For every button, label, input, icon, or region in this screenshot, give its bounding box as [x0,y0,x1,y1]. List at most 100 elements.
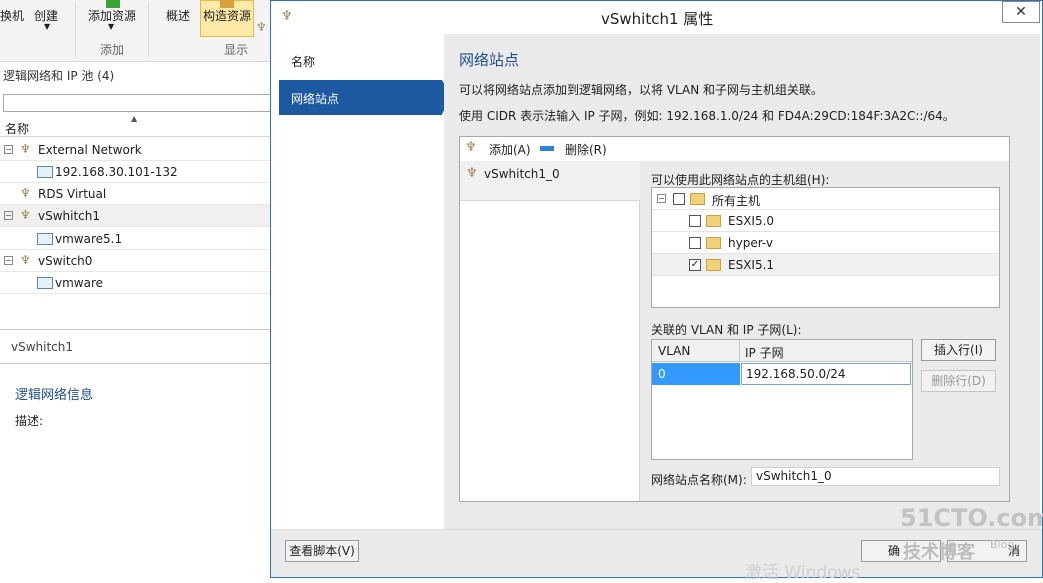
sites-list: ♆ vSwhitch1_0 [460,161,640,501]
dialog-nav: 名称 网络站点 [279,34,452,529]
tree-item-external-network[interactable]: − ♆ External Network [0,139,272,161]
tree-item-label: vmware [55,276,104,290]
site-name-label: 网络站点名称(M): [651,473,747,487]
divider [0,363,272,364]
host-group-label: ESXI5.1 [728,258,775,272]
folder-icon [706,237,721,249]
nav-item-name[interactable]: 名称 [279,43,442,78]
panel-title: 逻辑网络和 IP 池 (4) [3,69,115,83]
dialog-title: vSwhitch1 属性 [601,10,714,28]
selected-item-name: vSwhitch1 [11,340,74,354]
properties-dialog: ♆ vSwhitch1 属性 ✕ 名称 网络站点 网络站点 可以将网络站点添加到… [270,0,1043,578]
column-header-vlan[interactable]: VLAN [658,344,690,358]
folder-icon [706,259,721,271]
watermark-logo: 51CTO.com [900,504,1043,532]
checkbox-checked[interactable]: ✓ [689,259,701,271]
sites-toolbar: ♆ 添加(A) 删除(R) [460,137,1009,161]
tree-item-label: vmware5.1 [55,232,123,246]
host-group-label: ESXI5.0 [728,214,775,228]
delete-row-button[interactable]: 删除行(D) [921,370,996,392]
tree-item-label: RDS Virtual [38,187,107,201]
site-label: vSwhitch1_0 [484,167,560,181]
tree-item-label: vSwitch0 [38,254,93,268]
host-group-label: 所有主机 [712,194,761,208]
tree-item-label: vSwhitch1 [38,209,101,223]
checkbox[interactable] [689,215,701,227]
vlan-grid: VLAN IP 子网 0 192.168.50.0/24 [651,339,913,460]
overview-button[interactable]: 概述 [166,7,190,24]
activate-windows-text: 激活 Windows [745,563,861,583]
delete-icon [540,146,554,151]
network-site-icon: ♆ [466,166,478,181]
network-icon: ♆ [20,142,31,156]
info-heading: 逻辑网络信息 [15,388,94,403]
fabric-resources-button[interactable]: 构造资源 [203,7,251,24]
column-header[interactable]: 名称 ▲ [0,114,272,137]
divider [0,329,272,330]
list-item[interactable]: ♆ vSwhitch1_0 [460,161,640,201]
watermark-blog: Blog [990,538,1015,551]
collapse-icon[interactable]: − [4,211,13,220]
site-name-value: vSwhitch1_0 [756,469,832,483]
checkbox[interactable] [673,193,685,205]
host-groups-tree: − 所有主机 ESXI5.0 hyper-v ✓ ESXI5.1 [651,187,1000,308]
network-sites-box: ♆ 添加(A) 删除(R) ♆ vSwhitch1_0 可以使用此网络站点的主机… [459,136,1010,502]
tree-item-label: 192.168.30.101-132 [55,165,178,179]
vlan-cell[interactable]: 0 [652,363,740,385]
close-button[interactable]: ✕ [1002,1,1040,23]
collapse-icon[interactable]: − [4,145,13,154]
collapse-icon[interactable]: − [657,194,666,203]
vlan-value: 0 [658,367,666,381]
ribbon-separator [148,2,149,57]
tree-item-ip-pool[interactable]: 192.168.30.101-132 [0,161,272,183]
checkbox[interactable] [689,237,701,249]
subnet-value: 192.168.50.0/24 [746,367,846,381]
section-hint: 使用 CIDR 表示法输入 IP 子网，例如: 192.168.1.0/24 和… [459,109,955,123]
column-header-name[interactable]: 名称 [5,120,29,137]
ip-pool-icon [37,277,53,289]
vlan-label: 关联的 VLAN 和 IP 子网(L): [651,323,802,337]
ribbon-separator [75,2,76,57]
delete-site-button[interactable]: 删除(R) [565,141,607,158]
site-name-input[interactable]: vSwhitch1_0 [751,467,1000,486]
folder-icon [706,215,721,227]
nav-item-network-sites[interactable]: 网络站点 [279,80,442,115]
content-pane: 网络站点 可以将网络站点添加到逻辑网络，以将 VLAN 和子网与主机组关联。 使… [444,34,1040,529]
chevron-down-icon: ▼ [44,22,51,31]
section-description: 可以将网络站点添加到逻辑网络，以将 VLAN 和子网与主机组关联。 [459,83,823,97]
view-script-button[interactable]: 查看脚本(V) [285,540,359,562]
network-icon: ♆ [20,208,31,222]
host-group-all[interactable]: − 所有主机 [652,188,999,210]
host-group-hyperv[interactable]: hyper-v [652,232,999,254]
host-group-label: hyper-v [728,236,773,250]
ribbon: 换机 创建 ▼ 添加资源 ▼ 添加 概述 构造资源 显示 ♆ [0,0,272,62]
add-site-button[interactable]: 添加(A) [489,141,531,158]
description-label: 描述: [15,414,44,428]
tree-item-vswhitch1[interactable]: − ♆ vSwhitch1 [0,205,272,227]
collapse-icon[interactable]: − [4,256,13,265]
host-group-esxi51[interactable]: ✓ ESXI5.1 [652,254,999,276]
network-icon: ♆ [281,9,293,24]
network-icon: ♆ [20,186,31,200]
search-input[interactable] [3,94,271,112]
network-icon: ♆ [256,20,267,34]
section-title: 网络站点 [459,51,520,69]
ribbon-button-partial[interactable]: 换机 [0,7,24,24]
tree-item-label: External Network [38,143,142,157]
ribbon-group-add: 添加 [100,43,125,57]
tree-item-vmware[interactable]: vmware [0,272,272,294]
vlan-grid-header: VLAN IP 子网 [652,340,912,362]
host-group-esxi50[interactable]: ESXI5.0 [652,210,999,232]
network-icon: ♆ [20,253,31,267]
subnet-cell-input[interactable]: 192.168.50.0/24 [741,363,911,385]
insert-row-button[interactable]: 插入行(I) [921,339,996,361]
tree-item-vmware51[interactable]: vmware5.1 [0,228,272,250]
watermark-subtitle: 技术博客 [903,542,975,563]
ip-pool-icon [37,233,53,245]
column-header-ip-subnet[interactable]: IP 子网 [745,344,784,361]
chevron-down-icon: ▼ [108,22,115,31]
tree-item-vswitch0[interactable]: − ♆ vSwitch0 [0,250,272,272]
sort-arrow-icon: ▲ [131,114,138,123]
tree-item-rds-virtual[interactable]: ♆ RDS Virtual [0,183,272,205]
dialog-titlebar[interactable]: ♆ vSwhitch1 属性 ✕ [271,1,1042,33]
